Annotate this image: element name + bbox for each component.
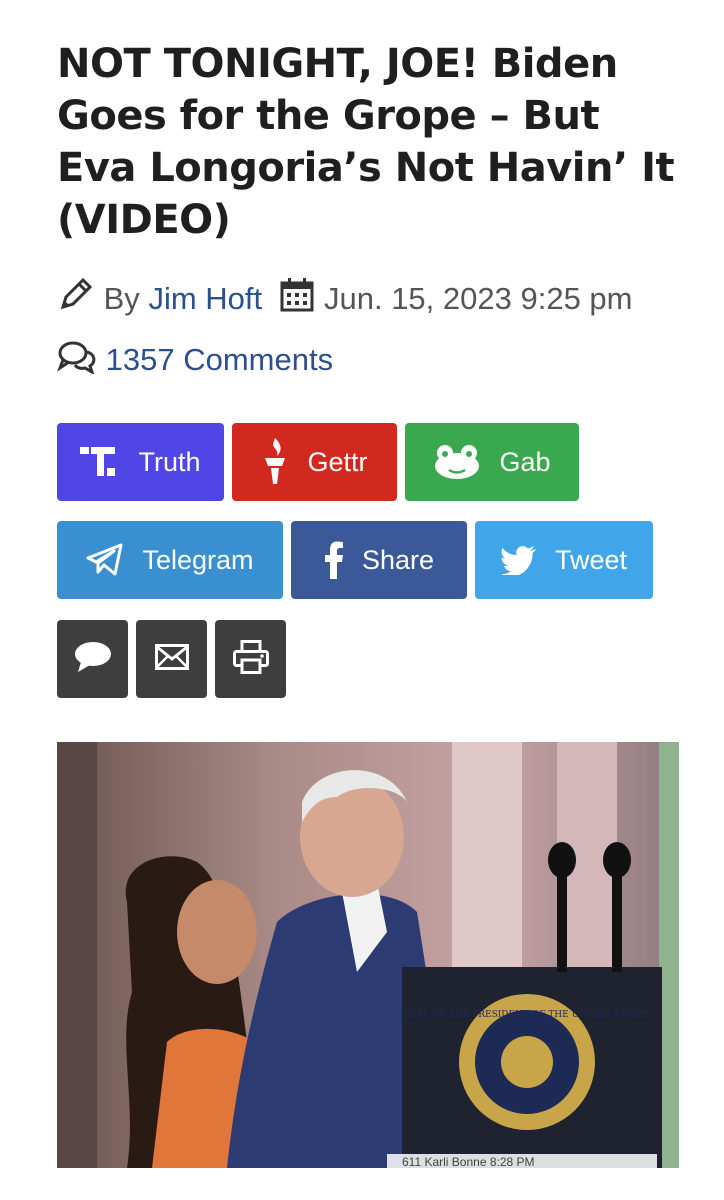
facebook-label: Share <box>361 544 435 575</box>
comments-link[interactable]: 1357 Comments <box>106 342 333 377</box>
telegram-label: Telegram <box>142 544 254 575</box>
comment-button[interactable] <box>57 620 128 698</box>
author-link[interactable]: Jim Hoft <box>148 281 262 316</box>
byline-label: By <box>103 281 140 316</box>
seal-text: SEAL OF THE PRESIDENT OF THE UNITED STAT… <box>404 1010 649 1020</box>
gab-share-button[interactable]: Gab <box>405 423 579 501</box>
comments-icon <box>56 335 97 392</box>
twitter-bird-icon <box>500 545 537 575</box>
pencil-icon <box>57 274 95 331</box>
gab-label: Gab <box>499 446 551 477</box>
twitter-label: Tweet <box>554 544 628 575</box>
calendar-icon <box>279 274 315 331</box>
telegram-share-button[interactable]: Telegram <box>57 521 283 599</box>
facebook-icon <box>324 541 344 579</box>
comment-bubble-icon <box>73 640 113 679</box>
email-envelope-icon <box>154 643 189 675</box>
twitter-share-button[interactable]: Tweet <box>475 521 653 599</box>
email-button[interactable] <box>136 620 207 698</box>
print-icon <box>232 639 269 679</box>
photo-caption-overlay: 611 Karli Bonne 8:28 PM <box>402 1155 535 1168</box>
gettr-share-button[interactable]: Gettr <box>232 423 397 501</box>
gab-frog-icon <box>433 444 481 480</box>
facebook-share-button[interactable]: Share <box>291 521 467 599</box>
article-photo[interactable]: SEAL OF THE PRESIDENT OF THE UNITED STAT… <box>57 742 679 1168</box>
truth-share-button[interactable]: Truth <box>57 423 224 501</box>
publish-date: Jun. 15, 2023 9:25 pm <box>323 281 633 316</box>
truth-label: Truth <box>138 446 201 477</box>
print-button[interactable] <box>215 620 286 698</box>
article-meta: By Jim Hoft Jun. 15, 2023 9:25 pm 1357 C… <box>56 270 677 392</box>
gettr-torch-icon <box>261 436 289 488</box>
article-title: NOT TONIGHT, JOE! Biden Goes for the Gro… <box>57 41 675 243</box>
telegram-plane-icon <box>86 543 124 577</box>
truth-social-icon <box>80 445 120 479</box>
gettr-label: Gettr <box>307 446 368 477</box>
